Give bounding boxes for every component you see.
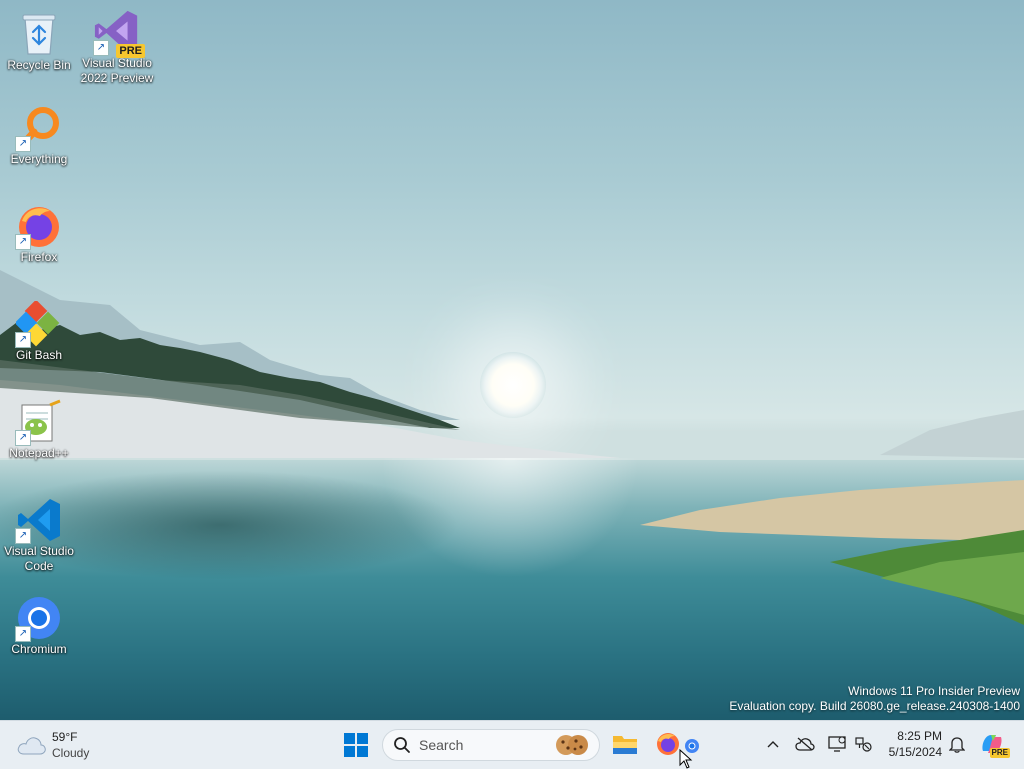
desktop-icon-label: Visual Studio Code [4,544,74,573]
desktop-icon-everything[interactable]: ↗ Everything [0,104,78,167]
weather-condition: Cloudy [52,746,90,760]
desktop-icon-label: Chromium [11,642,67,656]
shortcut-arrow-icon: ↗ [15,626,31,642]
display-icon [828,736,846,752]
taskbar: 59°F Cloudy Search 8:25 PM 5/15/2024 PRE [0,720,1024,769]
search-highlight-cookies-icon [556,735,588,755]
desktop-icon-label: Git Bash [15,348,63,362]
shortcut-arrow-icon: ↗ [15,430,31,446]
firefox-icon: ↗ [15,202,63,250]
desktop-icon-label: Recycle Bin [7,58,71,72]
shortcut-arrow-icon: ↗ [15,528,31,544]
windows-start-icon [344,733,368,757]
desktop-icon-notepad-plus-plus[interactable]: ↗ Notepad++ [0,398,78,461]
shortcut-arrow-icon: ↗ [15,234,31,250]
notifications-button[interactable] [946,734,968,754]
recycle-bin-icon [15,10,63,58]
onedrive-icon [795,737,815,751]
onedrive-tray-button[interactable] [794,734,816,754]
search-icon [394,737,410,753]
wallpaper-foreground [640,480,1024,625]
display-tray-button[interactable] [826,734,848,754]
chevron-up-icon [767,741,779,748]
desktop-icon-chromium[interactable]: ↗ Chromium [0,594,78,657]
desktop-icon-recycle-bin[interactable]: Recycle Bin [0,10,78,73]
file-explorer-taskbar-button[interactable] [610,729,640,759]
visual-studio-preview-icon: ↗ PRE [93,8,145,58]
vscode-icon: ↗ [15,496,63,544]
network-tray-button[interactable] [852,734,874,754]
copilot-button[interactable]: PRE [978,730,1010,758]
watermark-edition: Windows 11 Pro Insider Preview [848,684,1020,698]
desktop-icon-visual-studio-preview[interactable]: ↗ PRE Visual Studio 2022 Preview [78,8,156,86]
shortcut-arrow-icon: ↗ [93,40,109,56]
desktop-icon-vscode[interactable]: ↗ Visual Studio Code [0,496,78,574]
windows-watermark: Windows 11 Pro Insider Preview Evaluatio… [729,684,1020,714]
desktop-icon-label: Visual Studio 2022 Preview [80,56,154,85]
file-explorer-icon [613,736,637,754]
start-button[interactable] [342,731,370,759]
weather-temperature: 59°F [52,730,78,744]
desktop-wallpaper: Recycle Bin ↗ PRE Visual Studio 2022 Pre… [0,0,1024,720]
chromium-icon: ↗ [15,594,63,642]
taskbar-clock[interactable]: 8:25 PM 5/15/2024 [889,728,942,760]
desktop-icon-firefox[interactable]: ↗ Firefox [0,202,78,265]
copilot-preview-badge: PRE [989,748,1010,758]
firefox-taskbar-icon [657,733,679,755]
taskbar-search-box[interactable]: Search [382,729,600,761]
notification-bell-icon [949,737,965,753]
show-hidden-icons-button[interactable] [764,735,782,753]
clock-time: 8:25 PM [897,729,942,743]
notepad-plus-plus-icon: ↗ [15,398,63,446]
clock-date: 5/15/2024 [888,745,942,759]
search-placeholder: Search [419,737,464,753]
shortcut-arrow-icon: ↗ [15,332,31,348]
desktop-icon-label: Notepad++ [9,446,69,460]
network-icon [855,737,872,752]
weather-widget[interactable]: 59°F Cloudy [16,729,89,761]
desktop-icon-label: Everything [10,152,68,166]
desktop-icon-label: Firefox [20,250,58,264]
preview-badge: PRE [116,44,145,58]
desktop-icon-git-bash[interactable]: ↗ Git Bash [0,300,78,363]
watermark-build: Evaluation copy. Build 26080.ge_release.… [729,699,1020,713]
shortcut-arrow-icon: ↗ [15,136,31,152]
everything-search-icon: ↗ [15,104,63,152]
git-bash-icon: ↗ [15,300,63,348]
mouse-cursor-icon [679,749,693,769]
cloudy-weather-icon [17,737,46,755]
